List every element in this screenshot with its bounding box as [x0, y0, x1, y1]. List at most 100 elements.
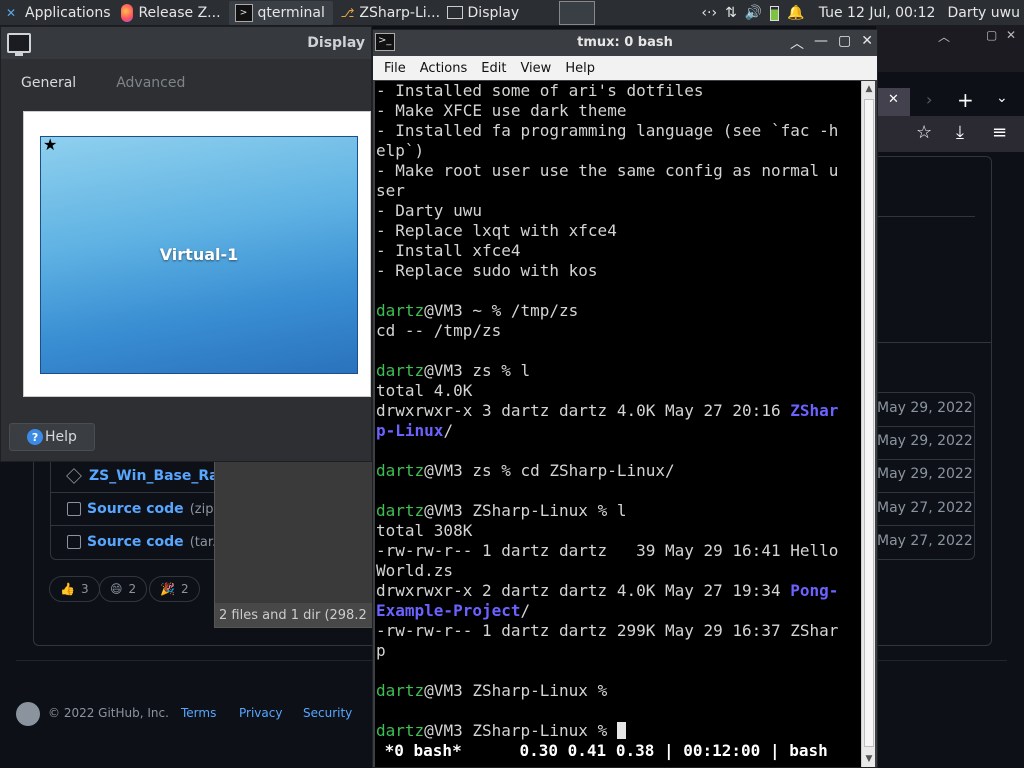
- terminal-text: @VM3 zs % cd ZSharp-Linux/: [424, 461, 675, 480]
- terminal-line: World.zs: [376, 561, 861, 581]
- terminal-line: drwxrwxr-x 3 dartz dartz 4.0K May 27 20:…: [376, 401, 861, 421]
- window-close-icon[interactable]: ✕: [861, 33, 873, 53]
- terminal-text: cd -- /tmp/zs: [376, 321, 502, 340]
- tab-general[interactable]: General: [1, 71, 96, 95]
- footer-link-terms[interactable]: Terms: [181, 706, 216, 720]
- file-manager-pane: 2 files and 1 dir (298.2: [214, 458, 374, 628]
- new-tab-icon[interactable]: +: [957, 88, 974, 112]
- browser-tabstrip: ︿ ▢ ✕ ✕ › + ⌄: [876, 26, 1024, 116]
- code-icon[interactable]: ‹·›: [701, 5, 717, 21]
- terminal-titlebar[interactable]: >_ tmux: 0 bash ︿ — ▢ ✕: [373, 30, 877, 56]
- xfce-logo-icon: ✕: [5, 5, 17, 20]
- tab-advanced[interactable]: Advanced: [96, 71, 205, 95]
- window-keep-above-icon[interactable]: ︿: [790, 33, 804, 53]
- asset-link[interactable]: ZS_Win_Base_Raw: [89, 468, 232, 484]
- display-icon: [446, 6, 463, 19]
- battery-icon[interactable]: [770, 5, 780, 21]
- window-maximize-icon[interactable]: ▢: [838, 33, 851, 53]
- taskbar: ✕ Applications Release Z... > qterminal …: [0, 0, 1024, 26]
- terminal-text: ser: [376, 181, 405, 200]
- terminal-line: dartz@VM3 ~ % /tmp/zs: [376, 301, 861, 321]
- terminal-line: ser: [376, 181, 861, 201]
- terminal-line: - Make root user use the same config as …: [376, 161, 861, 181]
- task-label: qterminal: [257, 4, 325, 21]
- task-qterminal[interactable]: > qterminal: [228, 0, 333, 25]
- window-minimize-icon[interactable]: ︿: [938, 28, 950, 45]
- package-icon: [66, 468, 82, 484]
- reaction-button[interactable]: 🎉 2: [149, 576, 200, 602]
- github-logo-icon: [16, 702, 40, 726]
- volume-icon[interactable]: 🔊: [745, 5, 762, 21]
- menu-help[interactable]: Help: [558, 61, 602, 76]
- footer-link-privacy[interactable]: Privacy: [239, 706, 282, 720]
- applications-label: Applications: [25, 4, 111, 21]
- display-tabs: General Advanced: [1, 71, 205, 95]
- terminal-text: World.zs: [376, 561, 454, 580]
- terminal-line: dartz@VM3 zs % l: [376, 361, 861, 381]
- downloads-icon[interactable]: ⤓: [956, 122, 964, 143]
- help-button[interactable]: ? Help: [9, 423, 95, 451]
- reaction-count: 3: [80, 582, 89, 596]
- window-maximize-icon[interactable]: ▢: [986, 28, 997, 42]
- bookmark-star-icon[interactable]: ☆: [916, 122, 932, 143]
- display-titlebar[interactable]: Display: [1, 27, 371, 59]
- footer-link-security[interactable]: Security: [303, 706, 352, 720]
- task-file-manager[interactable]: ⎇ ZSharp-Li...: [335, 1, 439, 25]
- terminal-line: dartz@VM3 ZSharp-Linux %: [376, 681, 861, 701]
- tab-scroll-right-icon[interactable]: ›: [926, 90, 932, 109]
- network-icon[interactable]: ⇅: [725, 5, 737, 21]
- terminal-scrollbar[interactable]: ▲ ▼: [861, 81, 875, 767]
- asset-date: May 27, 2022: [877, 533, 973, 549]
- terminal-text: - Make XFCE use dark theme: [376, 101, 627, 120]
- reaction-button[interactable]: 👍 3: [49, 576, 100, 602]
- terminal-line: drwxrwxr-x 2 dartz dartz 4.0K May 27 19:…: [376, 581, 861, 601]
- task-firefox[interactable]: Release Z...: [115, 1, 227, 25]
- terminal-text: - Make root user use the same config as …: [376, 161, 839, 180]
- window-close-icon[interactable]: ✕: [1006, 28, 1016, 42]
- user-menu[interactable]: Darty uwu: [947, 5, 1020, 21]
- monitor-label: Virtual-1: [159, 245, 239, 264]
- menu-file[interactable]: File: [377, 61, 413, 76]
- close-tab-icon[interactable]: ✕: [888, 92, 899, 107]
- window-controls: ︿ — ▢ ✕: [790, 33, 873, 53]
- help-label: Help: [45, 429, 77, 445]
- terminal-text: - Installed fa programming language (see…: [376, 121, 839, 140]
- display-app-icon: [7, 33, 31, 56]
- terminal-line: - Installed fa programming language (see…: [376, 121, 861, 141]
- prompt-user: dartz: [376, 301, 425, 320]
- terminal-text: drwxrwxr-x 3 dartz dartz 4.0K May 27 20:…: [376, 401, 791, 420]
- window-minimize-icon[interactable]: —: [814, 33, 828, 53]
- task-display[interactable]: Display: [441, 1, 549, 25]
- terminal-line: elp`): [376, 141, 861, 161]
- prompt-user: dartz: [376, 721, 425, 740]
- terminal-output[interactable]: - Installed some of ari's dotfiles - Make…: [375, 81, 861, 767]
- terminal-line: -rw-rw-r-- 1 dartz dartz 299K May 29 16:…: [376, 621, 861, 641]
- clock[interactable]: Tue 12 Jul, 00:12: [819, 5, 936, 21]
- scrollbar-thumb[interactable]: [864, 99, 874, 747]
- notifications-icon[interactable]: 🔔: [787, 5, 804, 21]
- terminal-text: @VM3 ~ % /tmp/zs: [424, 301, 579, 320]
- terminal-text: /: [443, 421, 454, 440]
- applications-menu[interactable]: ✕ Applications: [0, 0, 115, 26]
- smile-icon: 😄: [110, 582, 123, 596]
- scroll-down-icon[interactable]: ▼: [863, 753, 875, 765]
- monitor-preview[interactable]: ★ Virtual-1: [40, 135, 358, 374]
- list-tabs-icon[interactable]: ⌄: [996, 90, 1008, 106]
- scroll-up-icon[interactable]: ▲: [863, 83, 875, 95]
- reaction-count: 2: [128, 582, 137, 596]
- system-tray: ‹·› ⇅ 🔊 🔔 Tue 12 Jul, 00:12 Darty uwu: [701, 0, 1024, 26]
- menu-actions[interactable]: Actions: [413, 61, 475, 76]
- terminal-text: @VM3 zs % l: [424, 361, 531, 380]
- terminal-line: p-Linux/: [376, 421, 861, 441]
- reaction-button[interactable]: 😄 2: [99, 576, 148, 602]
- terminal-text: - Installed some of ari's dotfiles: [376, 81, 704, 100]
- menu-edit[interactable]: Edit: [474, 61, 513, 76]
- terminal-line: - Replace lxqt with xfce4: [376, 221, 861, 241]
- workspace-switcher[interactable]: [555, 0, 599, 26]
- hamburger-menu-icon[interactable]: ≡: [992, 122, 1007, 143]
- menu-view[interactable]: View: [513, 61, 558, 76]
- terminal-text: total 308K: [376, 521, 473, 540]
- asset-link[interactable]: Source code: [87, 501, 184, 517]
- asset-link[interactable]: Source code: [87, 534, 184, 550]
